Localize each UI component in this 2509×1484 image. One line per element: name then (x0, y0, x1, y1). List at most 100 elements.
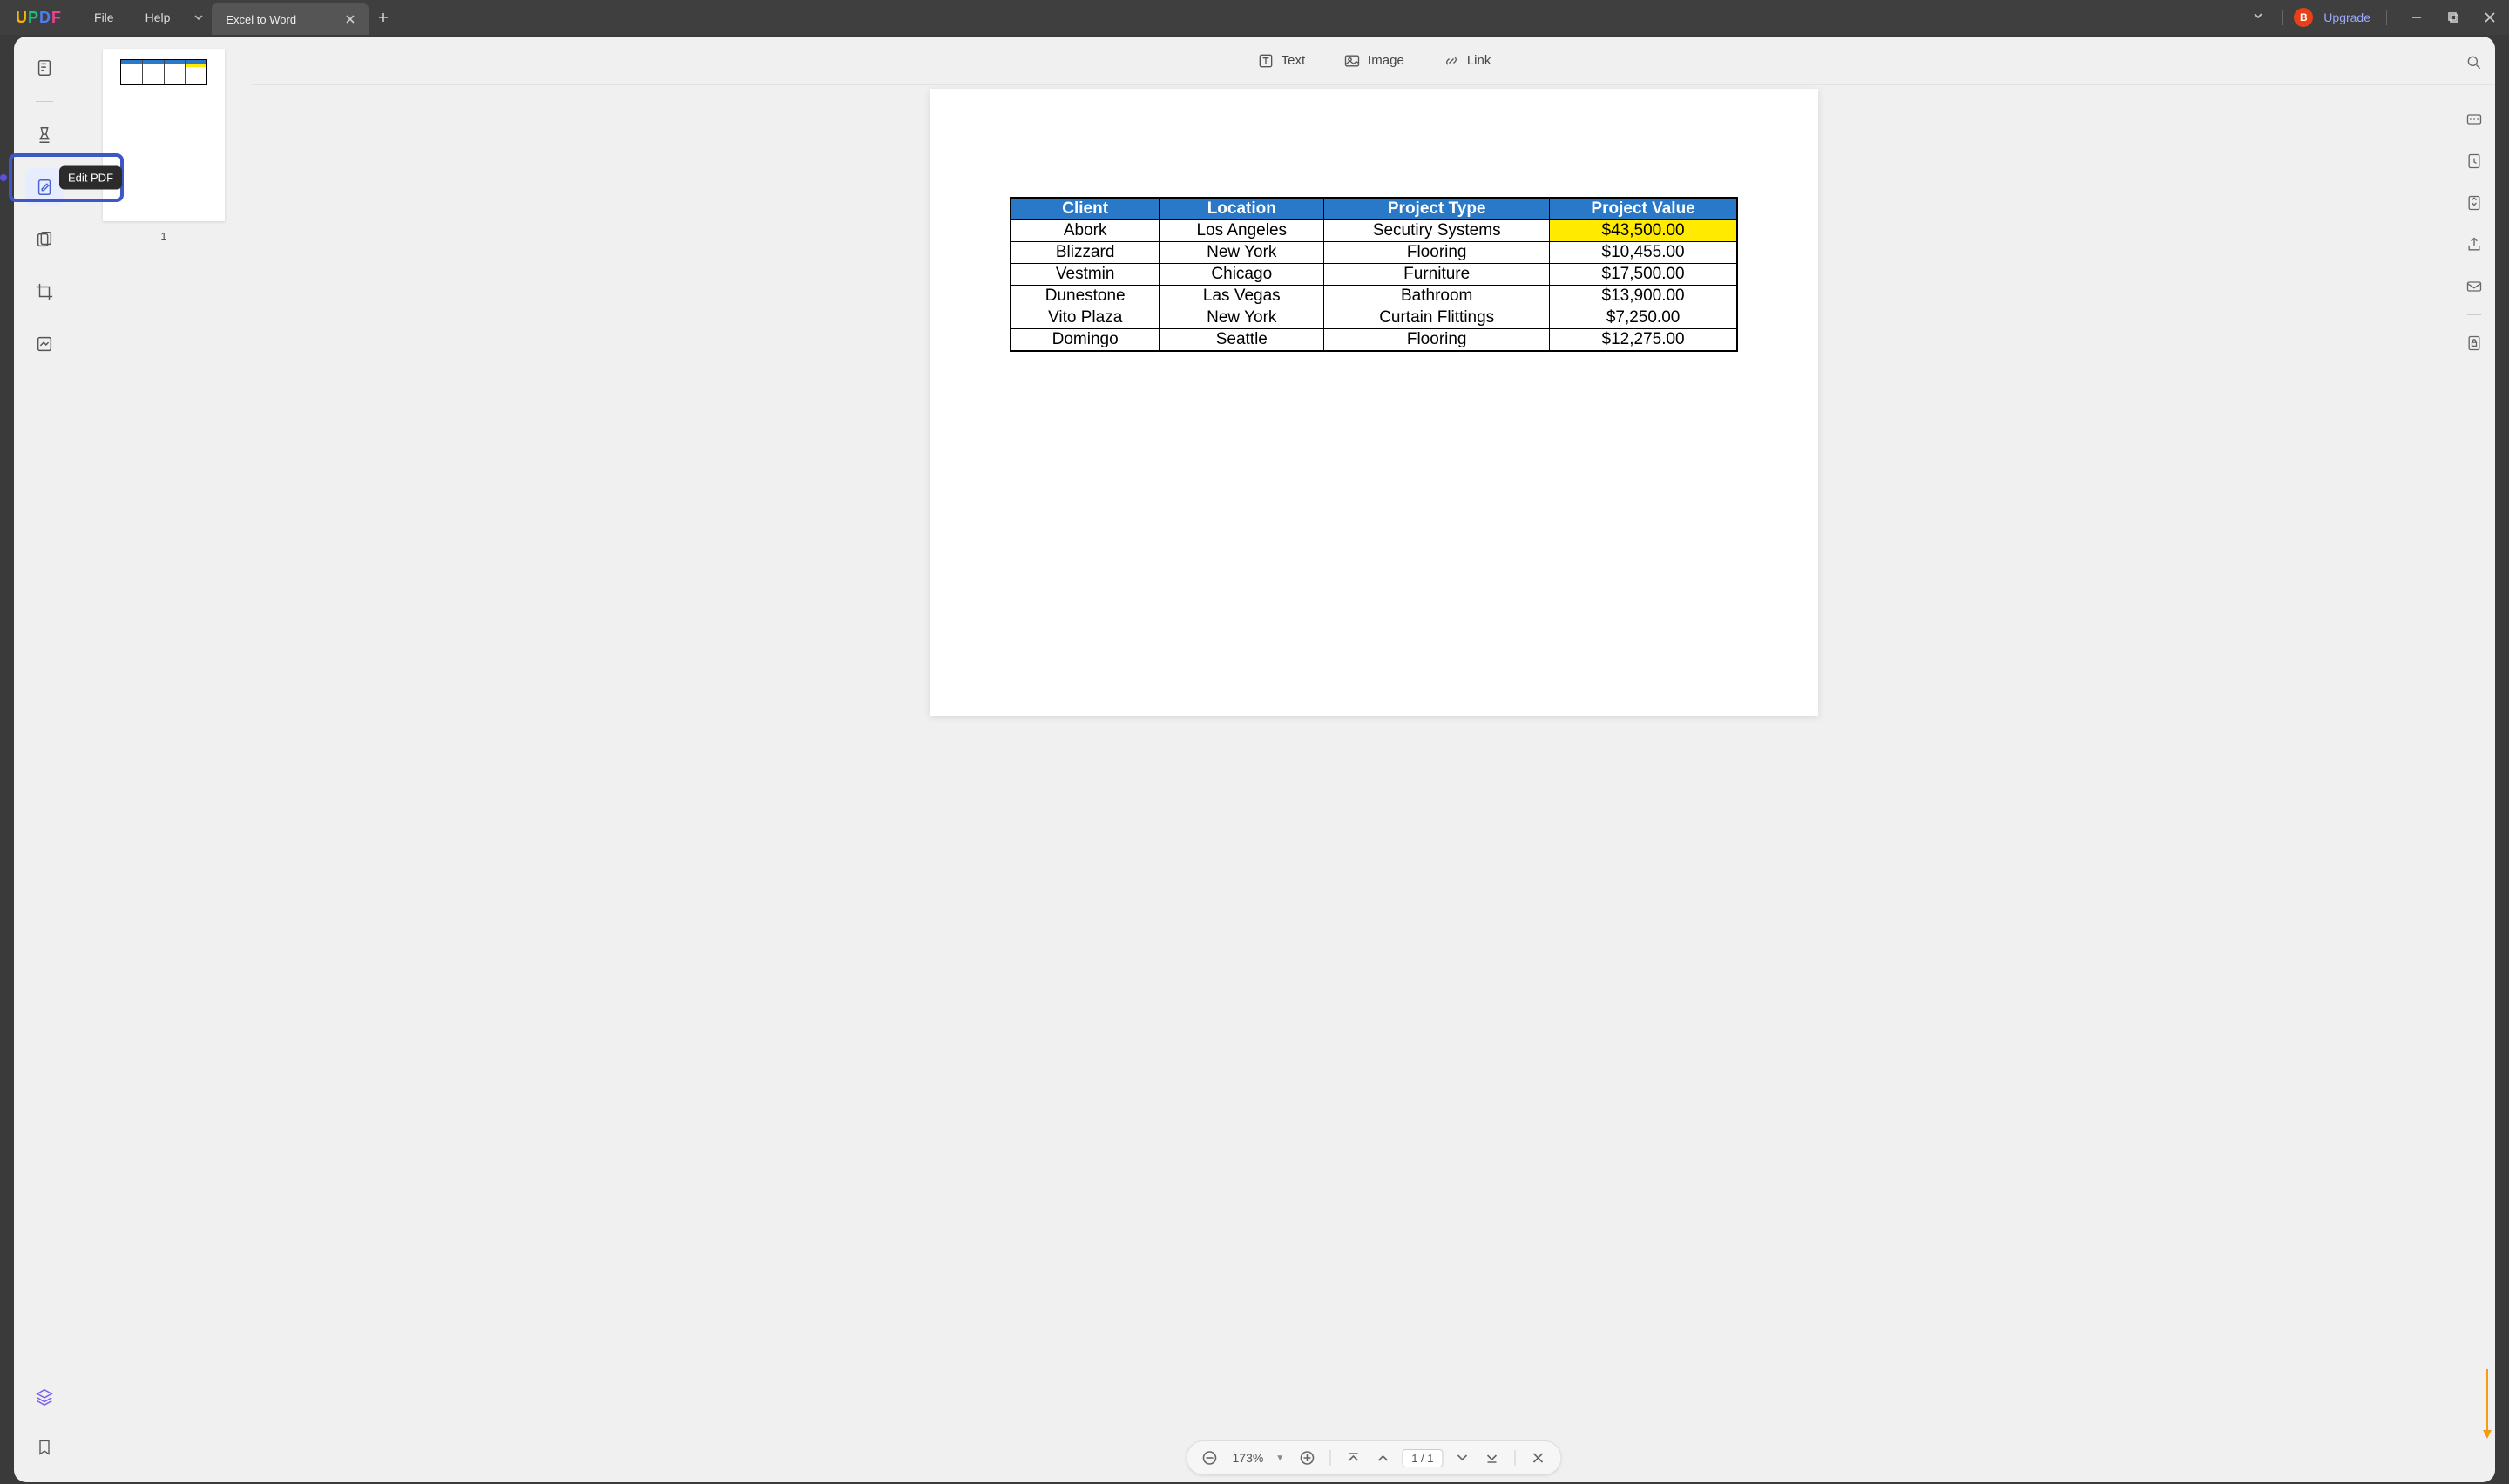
table-cell[interactable]: Vito Plaza (1011, 307, 1160, 329)
add-text-button[interactable]: Text (1257, 52, 1306, 70)
search-icon (2465, 54, 2483, 71)
table-row[interactable]: Vito PlazaNew YorkCurtain Flittings$7,25… (1011, 307, 1737, 329)
table-cell[interactable]: Flooring (1324, 329, 1550, 352)
table-cell[interactable]: Las Vegas (1160, 286, 1324, 307)
table-cell[interactable]: $10,455.00 (1550, 242, 1737, 264)
bookmark-tool[interactable] (25, 1428, 64, 1467)
add-image-label: Image (1368, 53, 1404, 68)
close-tab-button[interactable] (346, 12, 355, 26)
tab-label: Excel to Word (226, 13, 296, 26)
close-icon (346, 15, 355, 24)
add-link-button[interactable]: Link (1443, 52, 1491, 70)
table-cell[interactable]: New York (1160, 242, 1324, 264)
table-cell[interactable]: Blizzard (1011, 242, 1160, 264)
minimize-button[interactable] (2406, 7, 2427, 28)
table-row[interactable]: DunestoneLas VegasBathroom$13,900.00 (1011, 286, 1737, 307)
divider (1515, 1450, 1516, 1466)
table-cell[interactable]: $17,500.00 (1550, 264, 1737, 286)
table-cell[interactable]: $12,275.00 (1550, 329, 1737, 352)
crop-tool[interactable] (25, 273, 64, 311)
add-link-label: Link (1467, 53, 1491, 68)
layers-tool[interactable] (25, 1378, 64, 1416)
next-page-button[interactable] (1452, 1447, 1473, 1468)
prev-page-button[interactable] (1372, 1447, 1393, 1468)
maximize-icon (2447, 11, 2459, 24)
menu-help[interactable]: Help (130, 0, 186, 35)
table-row[interactable]: BlizzardNew YorkFlooring$10,455.00 (1011, 242, 1737, 264)
right-tool-rail (2453, 37, 2495, 1482)
table-cell[interactable]: Vestmin (1011, 264, 1160, 286)
document-page[interactable]: Client Location Project Type Project Val… (930, 89, 1818, 716)
divider (2467, 314, 2481, 315)
view-control-bar: 173% ▼ 1 / 1 (1186, 1440, 1561, 1475)
form-tool[interactable] (25, 325, 64, 363)
organize-tool[interactable] (25, 220, 64, 259)
compress-button[interactable] (2460, 189, 2488, 217)
data-table[interactable]: Client Location Project Type Project Val… (1010, 197, 1738, 352)
chevron-down-icon (1457, 1452, 1469, 1464)
plus-circle-icon (1299, 1450, 1315, 1466)
reader-tool[interactable] (25, 49, 64, 87)
table-cell[interactable]: Seattle (1160, 329, 1324, 352)
table-cell[interactable]: $13,900.00 (1550, 286, 1737, 307)
table-row[interactable]: AborkLos AngelesSecutiry Systems$43,500.… (1011, 220, 1737, 242)
email-button[interactable] (2460, 273, 2488, 300)
table-cell[interactable]: Abork (1011, 220, 1160, 242)
table-row[interactable]: DomingoSeattleFlooring$12,275.00 (1011, 329, 1737, 352)
compress-icon (2465, 194, 2483, 212)
table-cell[interactable]: New York (1160, 307, 1324, 329)
page-indicator[interactable]: 1 / 1 (1402, 1449, 1443, 1467)
zoom-out-button[interactable] (1199, 1447, 1220, 1468)
titlebar-right: B Upgrade (2244, 7, 2509, 28)
user-avatar[interactable]: B (2294, 8, 2313, 27)
menu-more-dropdown[interactable] (186, 0, 212, 35)
titlebar-dropdown[interactable] (2244, 10, 2272, 25)
window-close-button[interactable] (2479, 7, 2500, 28)
add-tab-button[interactable] (369, 0, 398, 35)
app-logo: UPDF (0, 9, 78, 27)
table-cell[interactable]: $43,500.00 (1550, 220, 1737, 242)
last-page-button[interactable] (1482, 1447, 1503, 1468)
lock-icon (2465, 334, 2483, 352)
divider (36, 101, 53, 102)
table-cell[interactable]: Bathroom (1324, 286, 1550, 307)
protect-button[interactable] (2460, 329, 2488, 357)
col-header-client: Client (1011, 198, 1160, 220)
upgrade-button[interactable]: Upgrade (2318, 10, 2376, 24)
table-cell[interactable]: Los Angeles (1160, 220, 1324, 242)
mini-table-preview (120, 59, 207, 85)
table-row[interactable]: VestminChicagoFurniture$17,500.00 (1011, 264, 1737, 286)
scroll-indicator (2485, 1369, 2490, 1439)
menu-file[interactable]: File (78, 0, 130, 35)
edit-toolbar: Text Image Link (253, 37, 2495, 85)
table-cell[interactable]: Chicago (1160, 264, 1324, 286)
close-bar-button[interactable] (1528, 1447, 1549, 1468)
document-tabs: Excel to Word (212, 0, 398, 35)
tab-excel-to-word[interactable]: Excel to Word (212, 3, 369, 35)
table-cell[interactable]: Flooring (1324, 242, 1550, 264)
ocr-button[interactable] (2460, 105, 2488, 133)
add-image-button[interactable]: Image (1343, 52, 1404, 70)
table-cell[interactable]: Dunestone (1011, 286, 1160, 307)
chevron-down-icon (2253, 10, 2263, 21)
highlighter-icon (35, 125, 54, 145)
divider (2386, 10, 2387, 25)
zoom-dropdown[interactable]: ▼ (1275, 1454, 1284, 1463)
table-cell[interactable]: Curtain Flittings (1324, 307, 1550, 329)
first-page-button[interactable] (1342, 1447, 1363, 1468)
zoom-in-button[interactable] (1296, 1447, 1317, 1468)
comment-tool[interactable] (25, 116, 64, 154)
search-button[interactable] (2460, 49, 2488, 77)
table-cell[interactable]: Furniture (1324, 264, 1550, 286)
plus-icon (378, 12, 389, 23)
table-cell[interactable]: Domingo (1011, 329, 1160, 352)
document-viewport[interactable]: Client Location Project Type Project Val… (253, 85, 2495, 1482)
maximize-button[interactable] (2443, 7, 2464, 28)
ocr-icon (2465, 111, 2483, 128)
divider (1329, 1450, 1330, 1466)
share-button[interactable] (2460, 231, 2488, 259)
table-cell[interactable]: Secutiry Systems (1324, 220, 1550, 242)
table-header-row: Client Location Project Type Project Val… (1011, 198, 1737, 220)
table-cell[interactable]: $7,250.00 (1550, 307, 1737, 329)
convert-button[interactable] (2460, 147, 2488, 175)
